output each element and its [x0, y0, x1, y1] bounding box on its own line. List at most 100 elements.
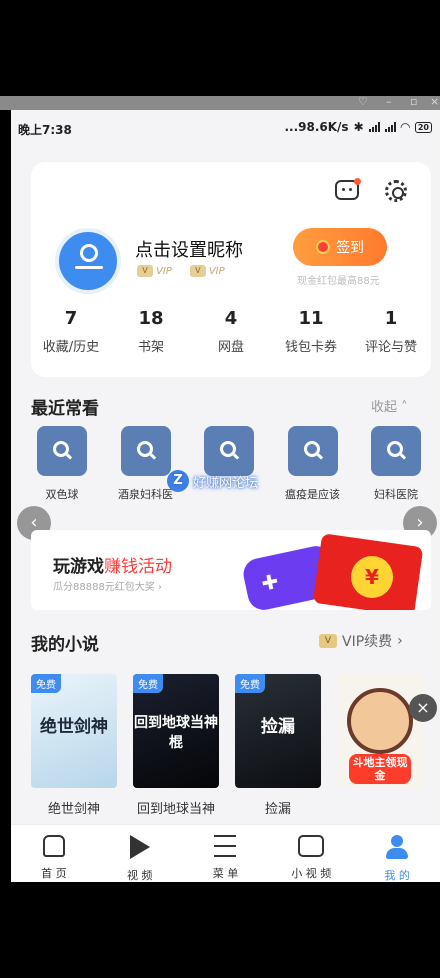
cover-title: 回到地球当神棍 [134, 715, 218, 751]
book-item[interactable]: 免费绝世剑神 绝世剑神 [31, 674, 117, 817]
menu-icon [214, 835, 237, 857]
phone-screen: 晚上7:38 ...98.6K/s ✱ ◠ 20 点击设置昵称 V VIP V VI… [11, 110, 440, 882]
status-bar: 晚上7:38 ...98.6K/s ✱ ◠ 20 [11, 110, 440, 144]
banner-subtitle: 瓜分88888元红包大奖 › [53, 582, 162, 593]
search-icon [37, 426, 87, 476]
recent-item[interactable]: 双色球 [29, 426, 95, 502]
recent-item[interactable]: 瘟疫是应该 [280, 426, 346, 502]
tab-label: 首 页 [41, 867, 67, 880]
chevron-up-icon: ˄ [401, 400, 408, 415]
book-item[interactable]: 免费 回到地球当神棍 回到地球当神 [133, 674, 219, 817]
wifi-icon: ◠ [400, 120, 410, 134]
bottom-tab-bar: 首 页 视 频 菜 单 小 视 频 我 的 [11, 824, 440, 882]
maximize-icon[interactable]: ▫ [410, 96, 417, 108]
game-banner[interactable]: 玩游戏赚钱活动 瓜分88888元红包大奖 › ✚ ¥ [31, 530, 431, 610]
close-icon[interactable]: × [409, 694, 437, 722]
stat-label: 钱包卡券 [284, 340, 337, 355]
recent-item-label: 瘟疫是应该 [285, 488, 340, 501]
vip-icon-3: V [319, 634, 337, 648]
status-time: 晚上7:38 [18, 123, 72, 137]
signin-label: 签到 [336, 240, 364, 256]
book-item[interactable]: 免费捡漏 捡漏 [235, 674, 321, 817]
tab-short-video[interactable]: 小 视 频 [268, 825, 354, 882]
stat-num: 4 [224, 308, 238, 329]
collapse-label: 收起 [371, 400, 398, 415]
gear-icon[interactable] [385, 180, 407, 202]
message-icon[interactable] [335, 178, 361, 200]
stat-bookshelf[interactable]: 18 书架 [111, 308, 191, 355]
stat-num: 7 [64, 308, 78, 329]
tab-label: 菜 单 [212, 867, 239, 880]
banner-title-b: 赚钱活动 [104, 557, 172, 577]
battery-icon: 20 [414, 121, 432, 133]
stat-wallet[interactable]: 11 钱包卡券 [271, 308, 351, 355]
stats-row: 7 收藏/历史 18 书架 4 网盘 11 钱包卡券 1 评论与赞 [31, 308, 431, 355]
vip-icon: V [137, 265, 153, 277]
ad-card[interactable]: 斗地主领现金 [337, 674, 423, 817]
play-icon [129, 835, 150, 859]
mascot-icon [347, 688, 413, 754]
watermark-logo-icon: Z [167, 470, 189, 492]
book-cover: 免费 回到地球当神棍 [133, 674, 219, 788]
stat-favorites[interactable]: 7 收藏/历史 [31, 308, 111, 355]
stat-netdisk[interactable]: 4 网盘 [191, 308, 271, 355]
device-frame: ♡ – ▫ × 晚上7:38 ...98.6K/s ✱ ◠ 20 点击设置昵称 [0, 0, 440, 978]
book-title: 绝世剑神 [47, 802, 100, 817]
search-icon [204, 426, 254, 476]
free-badge: 免费 [133, 674, 163, 693]
stat-label: 书架 [137, 340, 164, 355]
free-badge: 免费 [235, 674, 265, 693]
chevron-right-icon: › [397, 633, 403, 649]
tab-label: 视 频 [126, 869, 153, 882]
stat-num: 18 [138, 308, 164, 329]
free-badge: 免费 [31, 674, 61, 693]
novels-section-title: 我的小说 [31, 635, 99, 655]
collapse-button[interactable]: 收起 ˄ [371, 396, 408, 415]
stat-label: 收藏/历史 [42, 340, 100, 355]
recent-item-label: 妇科医院 [374, 488, 418, 501]
tab-me[interactable]: 我 的 [354, 825, 440, 882]
tab-label: 我 的 [384, 869, 410, 882]
window-top-bar: ♡ – ▫ × [0, 96, 440, 110]
ad-cover: 斗地主领现金 [337, 674, 423, 788]
search-icon [287, 426, 338, 476]
cover-title: 捡漏 [261, 717, 295, 737]
stat-label: 网盘 [217, 340, 244, 355]
tab-video[interactable]: 视 频 [97, 825, 183, 882]
tab-home[interactable]: 首 页 [11, 825, 97, 882]
signal-icon-2 [384, 122, 396, 132]
close-window-icon[interactable]: × [430, 96, 439, 108]
vip-renew-label: VIP续费 [342, 634, 393, 650]
video-camera-icon [298, 835, 325, 857]
nickname-link[interactable]: 点击设置昵称 [135, 236, 243, 262]
minimize-icon[interactable]: – [386, 96, 392, 108]
heart-icon[interactable]: ♡ [358, 96, 368, 108]
redpacket-icon [316, 240, 330, 254]
recent-item[interactable]: 妇科医院 [363, 426, 429, 502]
ad-text: 斗地主领现金 [349, 754, 411, 784]
search-icon [120, 426, 171, 476]
vip-badge-1[interactable]: V VIP [137, 265, 172, 277]
watermark: Z 好赚网论坛 [167, 470, 258, 492]
home-icon [42, 835, 65, 857]
signin-button[interactable]: 签到 [293, 228, 387, 266]
avatar[interactable] [55, 228, 121, 294]
vip-label-1: VIP [156, 265, 172, 277]
vip-renew-button[interactable]: V VIP续费 › [319, 631, 403, 651]
vip-badge-2[interactable]: V VIP [189, 265, 225, 277]
stat-num: 11 [298, 308, 324, 329]
stat-comments[interactable]: 1 评论与赞 [351, 308, 431, 355]
watermark-text: 好赚网论坛 [193, 475, 259, 491]
yuan-coin-icon: ¥ [351, 556, 393, 598]
book-list: 免费 绝世剑神 绝世剑神 免费 回到地球当神棍 回到地球当神 免费 捡漏 捡漏 斗地主… [31, 674, 440, 817]
tab-menu[interactable]: 菜 单 [183, 825, 269, 882]
tab-label: 小 视 频 [291, 867, 332, 880]
stat-num: 1 [384, 308, 398, 329]
signal-icon [368, 122, 380, 132]
net-speed: ...98.6K/s [284, 120, 349, 134]
signin-subtitle: 现金红包最高88元 [297, 276, 380, 287]
cover-title: 绝世剑神 [40, 717, 108, 737]
vip-label-2: VIP [208, 265, 225, 277]
book-title: 捡漏 [264, 802, 291, 817]
book-cover: 免费捡漏 [235, 674, 321, 788]
